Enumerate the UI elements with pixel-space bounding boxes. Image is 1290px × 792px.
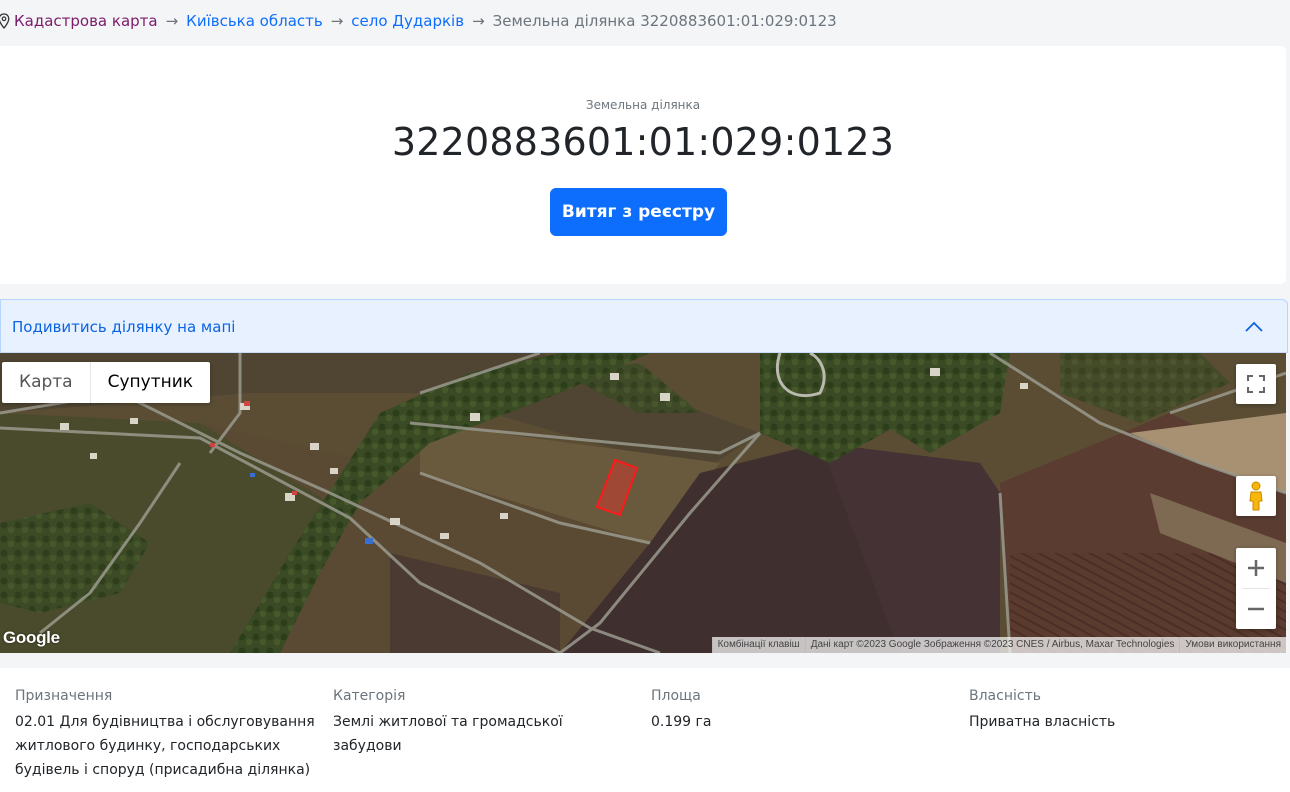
- map-type-control: Карта Супутник: [2, 362, 211, 403]
- satellite-map[interactable]: Карта Супутник Google Комбінації клавіш …: [0, 353, 1286, 653]
- detail-key: Призначення: [15, 688, 113, 704]
- detail-ownership: Власність Приватна власність: [969, 688, 1279, 734]
- zoom-out-button[interactable]: [1236, 589, 1276, 629]
- map-attribution: Комбінації клавіш Дані карт ©2023 Google…: [711, 637, 1286, 653]
- cadastral-number: 3220883601:01:029:0123: [391, 120, 895, 164]
- zoom-in-button[interactable]: [1236, 548, 1276, 588]
- map-accordion-toggle[interactable]: Подивитись ділянку на мапі: [0, 299, 1288, 353]
- google-logo: Google: [3, 628, 60, 647]
- map-pin-icon: [0, 13, 10, 29]
- keyboard-shortcuts-link[interactable]: Комбінації клавіш: [711, 637, 805, 653]
- map-type-satellite-tab[interactable]: Супутник: [89, 362, 210, 403]
- breadcrumb-separator: →: [330, 12, 344, 30]
- detail-key: Площа: [651, 688, 701, 704]
- detail-value: Землі житлової та громадської забудови: [333, 714, 563, 754]
- minus-icon: [1248, 607, 1264, 611]
- breadcrumb-separator: →: [472, 12, 485, 30]
- breadcrumb-link-village[interactable]: село Дударків: [351, 12, 464, 30]
- street-view-pegman[interactable]: [1236, 476, 1276, 516]
- breadcrumb-link-region[interactable]: Київська область: [186, 12, 323, 30]
- zoom-control: [1236, 548, 1276, 629]
- detail-key: Категорія: [333, 688, 406, 704]
- registry-extract-button[interactable]: Витяг з реєстру: [550, 188, 727, 236]
- detail-value: 02.01 Для будівництва і обслуговування ж…: [15, 714, 315, 778]
- breadcrumb-separator: →: [165, 12, 179, 30]
- breadcrumb: Кадастрова карта → Київська область → се…: [0, 0, 1290, 42]
- parcel-header-card: Земельна ділянка 3220883601:01:029:0123 …: [0, 46, 1286, 284]
- plus-icon: [1248, 560, 1264, 576]
- parcel-label: Земельна ділянка: [585, 98, 701, 112]
- detail-value: Приватна власність: [969, 714, 1116, 730]
- detail-value: 0.199 га: [651, 714, 712, 730]
- detail-category: Категорія Землі житлової та громадської …: [333, 688, 593, 758]
- map-accordion-label: Подивитись ділянку на мапі: [12, 317, 236, 336]
- detail-key: Власність: [969, 688, 1041, 704]
- detail-area: Площа 0.199 га: [651, 688, 961, 734]
- terms-of-use-link[interactable]: Умови використання: [1179, 637, 1286, 653]
- detail-purpose: Призначення 02.01 Для будівництва і обсл…: [15, 688, 325, 782]
- parcel-details: Призначення 02.01 Для будівництва і обсл…: [0, 668, 1290, 792]
- breadcrumb-current: Земельна ділянка 3220883601:01:029:0123: [492, 12, 837, 30]
- map-data-credits: Дані карт ©2023 Google Зображення ©2023 …: [804, 637, 1180, 653]
- breadcrumb-link-cadastral-map[interactable]: Кадастрова карта: [14, 12, 158, 30]
- fullscreen-icon: [1247, 375, 1265, 393]
- chevron-up-icon: [1245, 321, 1263, 332]
- map-type-map-tab[interactable]: Карта: [2, 362, 90, 403]
- fullscreen-button[interactable]: [1236, 364, 1276, 404]
- pegman-icon: [1249, 481, 1263, 511]
